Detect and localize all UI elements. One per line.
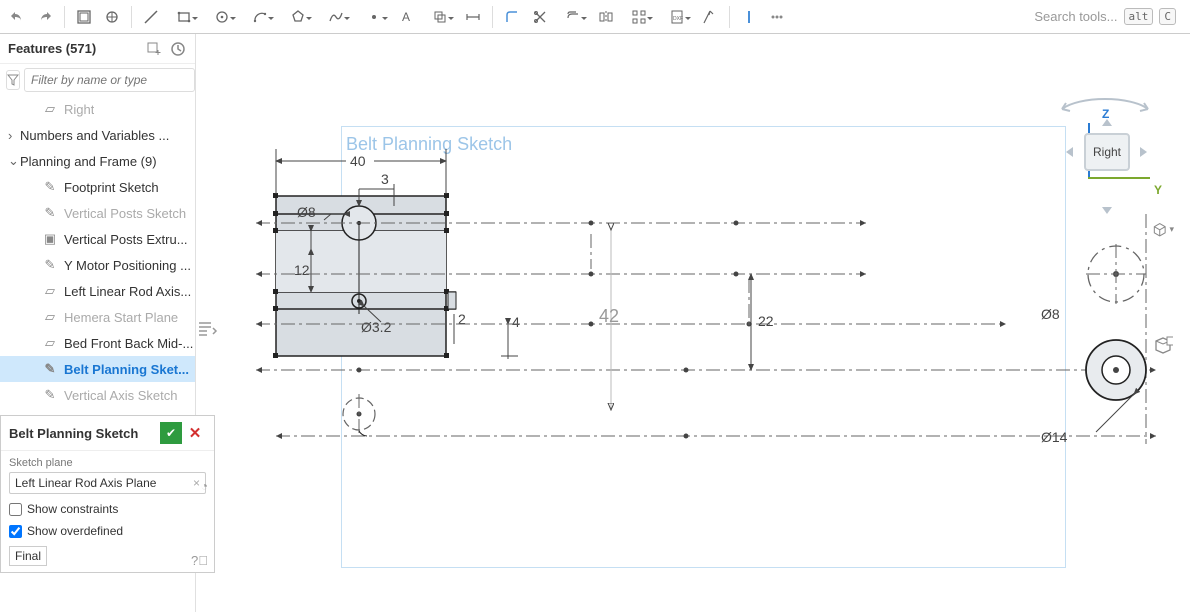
tree-item-right[interactable]: ▱Right (0, 96, 195, 122)
canvas[interactable]: Belt Planning Sketch (196, 34, 1190, 612)
more-tool-button[interactable] (764, 4, 790, 30)
spline-tool-button[interactable] (318, 4, 354, 30)
dim-12: 12 (294, 262, 310, 278)
tree-item-hemera[interactable]: ▱Hemera Start Plane (0, 304, 195, 330)
add-feature-icon[interactable] (145, 40, 163, 58)
view-down-icon[interactable] (1102, 207, 1112, 214)
history-icon[interactable]: ◔ (201, 479, 208, 493)
view-up-icon[interactable] (1102, 119, 1112, 126)
svg-text:DXF: DXF (673, 16, 683, 22)
dim-3: 3 (381, 171, 389, 187)
confirm-button[interactable]: ✔ (160, 422, 182, 444)
show-constraints-checkbox[interactable]: Show constraints (9, 502, 206, 516)
sketch-dialog-title: Belt Planning Sketch (9, 426, 158, 441)
tree-item-vposts-extru[interactable]: ▣Vertical Posts Extru... (0, 226, 195, 252)
pattern-tool-button[interactable] (621, 4, 657, 30)
search-placeholder-text: Search tools... (1034, 9, 1117, 24)
dim-phi3-2: Ø3.2 (361, 319, 392, 335)
dim-phi8b: Ø8 (1041, 306, 1060, 322)
svg-text:A: A (402, 10, 410, 24)
dim-4: 4 (512, 314, 520, 330)
tree-item-numvars[interactable]: ›Numbers and Variables ... (0, 122, 195, 148)
plane-icon: ▱ (42, 101, 58, 117)
tree-item-vposts-sketch[interactable]: ✎Vertical Posts Sketch (0, 200, 195, 226)
clear-plane-icon[interactable]: × (193, 476, 200, 490)
polygon-tool-button[interactable] (280, 4, 316, 30)
sketch-plane-field[interactable]: Left Linear Rod Axis Plane × (9, 472, 206, 494)
features-panel-header: Features (571) (0, 34, 195, 64)
features-title: Features (571) (8, 41, 96, 56)
sketch-icon: ✎ (42, 179, 58, 195)
rollback-icon[interactable] (169, 40, 187, 58)
sketch-tool-button[interactable] (71, 4, 97, 30)
sketch-dialog: Belt Planning Sketch ✔ ✕ ◔ Sketch plane … (0, 415, 215, 573)
shortcut-c-key: C (1159, 8, 1176, 25)
axis-y-label: Y (1154, 183, 1162, 197)
dim-42: 42 (599, 306, 619, 326)
view-left-icon[interactable] (1066, 147, 1073, 157)
mirror-tool-button[interactable] (593, 4, 619, 30)
scroll-to-active-icon[interactable] (196, 320, 218, 341)
redo-button[interactable] (32, 4, 58, 30)
rect-tool-button[interactable] (166, 4, 202, 30)
dim-2: 2 (458, 311, 466, 327)
tree-item-footprint[interactable]: ✎Footprint Sketch (0, 174, 195, 200)
show-overdefined-checkbox[interactable]: Show overdefined (9, 524, 206, 538)
dim-phi8a: Ø8 (297, 204, 316, 220)
dim-phi14: Ø14 (1041, 429, 1068, 445)
top-toolbar: A DXF Search tools... alt C (0, 0, 1190, 34)
plane-icon: ▱ (42, 283, 58, 299)
point-tool-button[interactable] (356, 4, 392, 30)
fillet-tool-button[interactable] (499, 4, 525, 30)
constraint-tool-button[interactable] (736, 4, 762, 30)
filter-input[interactable] (24, 68, 195, 92)
extrude-tool-button[interactable] (99, 4, 125, 30)
tree-item-ymotor[interactable]: ✎Y Motor Positioning ... (0, 252, 195, 278)
arc-tool-button[interactable] (242, 4, 278, 30)
dimension-tool-button[interactable] (460, 4, 486, 30)
line-tool-button[interactable] (138, 4, 164, 30)
final-button[interactable]: Final (9, 546, 47, 566)
tree-item-leftrod[interactable]: ▱Left Linear Rod Axis... (0, 278, 195, 304)
dxf-tool-button[interactable]: DXF (659, 4, 695, 30)
circle-tool-button[interactable] (204, 4, 240, 30)
search-tools[interactable]: Search tools... alt C (1034, 8, 1186, 25)
help-icon[interactable]: ?⃝ (191, 553, 208, 568)
cancel-button[interactable]: ✕ (184, 422, 206, 444)
sketch-icon: ✎ (42, 257, 58, 273)
tree-item-belt[interactable]: ✎Belt Planning Sket... (0, 356, 195, 382)
section-view-button[interactable] (1152, 334, 1174, 356)
plane-icon: ▱ (42, 335, 58, 351)
filter-icon[interactable] (6, 70, 20, 90)
sketch-plane-value: Left Linear Rod Axis Plane (15, 476, 156, 490)
view-right-icon[interactable] (1140, 147, 1147, 157)
offset-tool-button[interactable] (555, 4, 591, 30)
plane-icon: ▱ (42, 309, 58, 325)
sketch-icon: ✎ (42, 361, 58, 377)
sketch-icon: ✎ (42, 205, 58, 221)
use-tool-button[interactable] (422, 4, 458, 30)
sketch-plane-label: Sketch plane (9, 457, 206, 469)
undo-button[interactable] (4, 4, 30, 30)
extrude-icon: ▣ (42, 231, 58, 247)
render-mode-button[interactable]: ▾ (1152, 218, 1174, 240)
view-cube[interactable]: Z Y Right (1040, 89, 1170, 219)
tree-item-planning[interactable]: ⌄Planning and Frame (9) (0, 148, 195, 174)
sketch-icon: ✎ (42, 387, 58, 403)
tree-item-vaxis[interactable]: ✎Vertical Axis Sketch (0, 382, 195, 408)
shortcut-alt-key: alt (1124, 8, 1154, 25)
dim-22: 22 (758, 313, 774, 329)
dim-40: 40 (350, 153, 366, 169)
view-cube-face[interactable]: Right (1084, 133, 1130, 171)
trim-tool-button[interactable] (527, 4, 553, 30)
transform-tool-button[interactable] (697, 4, 723, 30)
text-tool-button[interactable]: A (394, 4, 420, 30)
tree-item-bedfront[interactable]: ▱Bed Front Back Mid-... (0, 330, 195, 356)
